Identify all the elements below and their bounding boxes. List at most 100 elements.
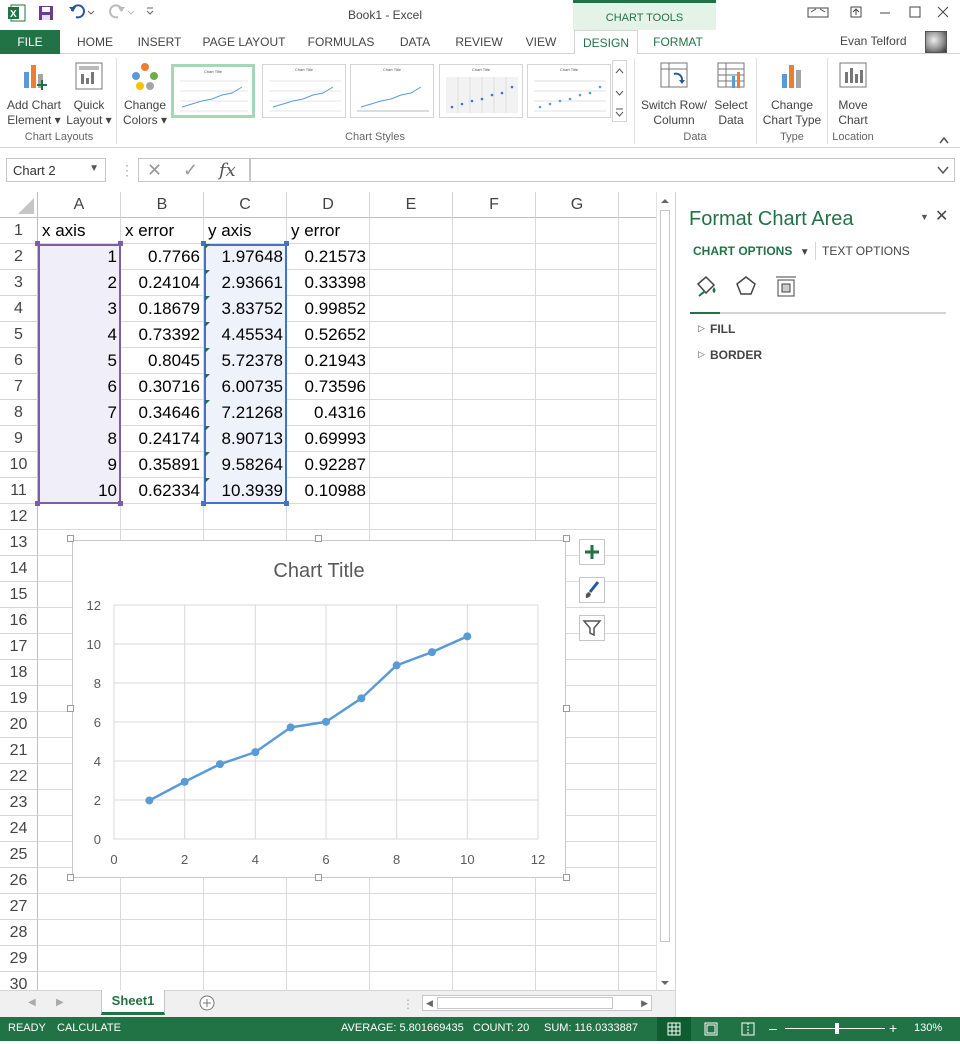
row-header-10[interactable]: 10 <box>0 452 38 478</box>
new-sheet-icon[interactable] <box>198 994 216 1017</box>
column-header-e[interactable]: E <box>370 192 453 218</box>
chart-style-5[interactable]: Chart Title <box>527 64 611 118</box>
row-header-27[interactable]: 27 <box>0 894 38 920</box>
worksheet-grid[interactable]: ABCDEFG 1 2 3 4 5 6 7 8 9 10 11 12 13 14 15 16 17 18 19 20 2… <box>0 192 656 990</box>
chart-style-2[interactable]: Chart Title <box>262 64 346 118</box>
cell-header[interactable]: y axis <box>204 218 287 244</box>
cell[interactable]: 0.8045 <box>121 348 204 374</box>
chart-style-3[interactable]: Chart Title <box>350 64 434 118</box>
cell[interactable]: 2.93661 <box>204 270 287 296</box>
cell[interactable]: 0.34646 <box>121 400 204 426</box>
row-header-29[interactable]: 29 <box>0 946 38 972</box>
close-pane-icon[interactable]: ✕ <box>935 206 948 226</box>
select-all-button[interactable] <box>0 192 38 218</box>
change-colors-button[interactable]: Change Colors ▾ <box>120 60 170 128</box>
cell[interactable]: 6 <box>38 374 121 400</box>
tab-data[interactable]: DATA <box>392 30 438 54</box>
fill-line-icon[interactable] <box>694 274 720 303</box>
normal-view-button[interactable] <box>657 1017 691 1041</box>
cell[interactable]: 0.99852 <box>287 296 370 322</box>
cell[interactable]: 0.21573 <box>287 244 370 270</box>
expand-formula-bar-icon[interactable] <box>936 163 950 180</box>
row-header-21[interactable]: 21 <box>0 738 38 764</box>
cell[interactable]: 4.45534 <box>204 322 287 348</box>
help-icon[interactable] <box>843 4 869 26</box>
expand-fill-icon[interactable]: ▷ <box>698 323 705 334</box>
section-fill[interactable]: FILL <box>710 322 735 336</box>
row-header-5[interactable]: 5 <box>0 322 38 348</box>
cell[interactable]: 0.73596 <box>287 374 370 400</box>
row-header-11[interactable]: 11 <box>0 478 38 504</box>
cell[interactable]: 0.73392 <box>121 322 204 348</box>
cell-header[interactable]: y error <box>287 218 370 244</box>
column-header-c[interactable]: C <box>204 192 287 218</box>
chevron-down-icon[interactable]: ▼ <box>89 163 99 174</box>
sheet-tab-sheet1[interactable]: Sheet1 <box>101 990 165 1015</box>
chevron-down-icon[interactable]: ▼ <box>800 247 810 258</box>
cell[interactable]: 2 <box>38 270 121 296</box>
horizontal-scrollbar[interactable]: ◀ ▶ <box>422 995 652 1011</box>
save-icon[interactable] <box>38 5 54 25</box>
zoom-slider-handle[interactable] <box>835 1023 839 1034</box>
row-header-22[interactable]: 22 <box>0 764 38 790</box>
collapse-ribbon-icon[interactable] <box>938 132 950 150</box>
undo-icon[interactable] <box>68 3 96 25</box>
cell[interactable]: 10.3939 <box>204 478 287 504</box>
status-calculate[interactable]: CALCULATE <box>57 1022 121 1034</box>
cell[interactable]: 3 <box>38 296 121 322</box>
tab-design[interactable]: DESIGN <box>574 30 638 55</box>
enter-icon[interactable]: ✓ <box>183 160 198 181</box>
chart-resize-handle[interactable] <box>563 535 570 542</box>
row-header-8[interactable]: 8 <box>0 400 38 426</box>
chart-title[interactable]: Chart Title <box>273 560 364 582</box>
chart-resize-handle[interactable] <box>315 874 322 881</box>
ribbon-display-options-icon[interactable] <box>805 4 831 26</box>
row-header-24[interactable]: 24 <box>0 816 38 842</box>
cell[interactable]: 0.24104 <box>121 270 204 296</box>
tab-view[interactable]: VIEW <box>518 30 564 54</box>
cell[interactable]: 0.21943 <box>287 348 370 374</box>
row-header-13[interactable]: 13 <box>0 530 38 556</box>
cell[interactable]: 3.83752 <box>204 296 287 322</box>
cell[interactable]: 8 <box>38 426 121 452</box>
column-header-f[interactable]: F <box>453 192 536 218</box>
cell[interactable]: 0.18679 <box>121 296 204 322</box>
row-header-9[interactable]: 9 <box>0 426 38 452</box>
row-header-14[interactable]: 14 <box>0 556 38 582</box>
column-header-b[interactable]: B <box>121 192 204 218</box>
cancel-icon[interactable]: ✕ <box>147 160 162 181</box>
cell[interactable]: 1.97648 <box>204 244 287 270</box>
cell[interactable]: 0.52652 <box>287 322 370 348</box>
row-header-20[interactable]: 20 <box>0 712 38 738</box>
chart-resize-handle[interactable] <box>563 874 570 881</box>
tab-home[interactable]: HOME <box>70 30 120 54</box>
scroll-tabs-right-icon[interactable]: ▶ <box>56 997 64 1008</box>
cell[interactable]: 9 <box>38 452 121 478</box>
row-header-2[interactable]: 2 <box>0 244 38 270</box>
row-header-25[interactable]: 25 <box>0 842 38 868</box>
column-header-a[interactable]: A <box>38 192 121 218</box>
scroll-left-icon[interactable]: ◀ <box>426 998 433 1009</box>
formula-input[interactable] <box>250 158 955 182</box>
minimize-icon[interactable] <box>872 4 898 26</box>
switch-row-column-button[interactable]: Switch Row/ Column <box>638 60 710 128</box>
cell[interactable]: 10 <box>38 478 121 504</box>
cell[interactable]: 5.72378 <box>204 348 287 374</box>
zoom-in-icon[interactable]: + <box>889 1020 897 1036</box>
row-header-30[interactable]: 30 <box>0 972 38 990</box>
row-header-19[interactable]: 19 <box>0 686 38 712</box>
move-chart-button[interactable]: Move Chart <box>830 60 876 128</box>
cell[interactable]: 0.7766 <box>121 244 204 270</box>
chart-elements-button[interactable] <box>579 539 605 565</box>
cell[interactable]: 0.24174 <box>121 426 204 452</box>
row-header-15[interactable]: 15 <box>0 582 38 608</box>
row-header-23[interactable]: 23 <box>0 790 38 816</box>
page-layout-view-icon[interactable] <box>703 1022 719 1039</box>
cell[interactable]: 0.69993 <box>287 426 370 452</box>
cell[interactable]: 0.62334 <box>121 478 204 504</box>
quick-layout-button[interactable]: Quick Layout ▾ <box>66 60 112 128</box>
tab-review[interactable]: REVIEW <box>450 30 508 54</box>
cell[interactable]: 5 <box>38 348 121 374</box>
row-header-16[interactable]: 16 <box>0 608 38 634</box>
user-name[interactable]: Evan Telford <box>840 34 907 48</box>
